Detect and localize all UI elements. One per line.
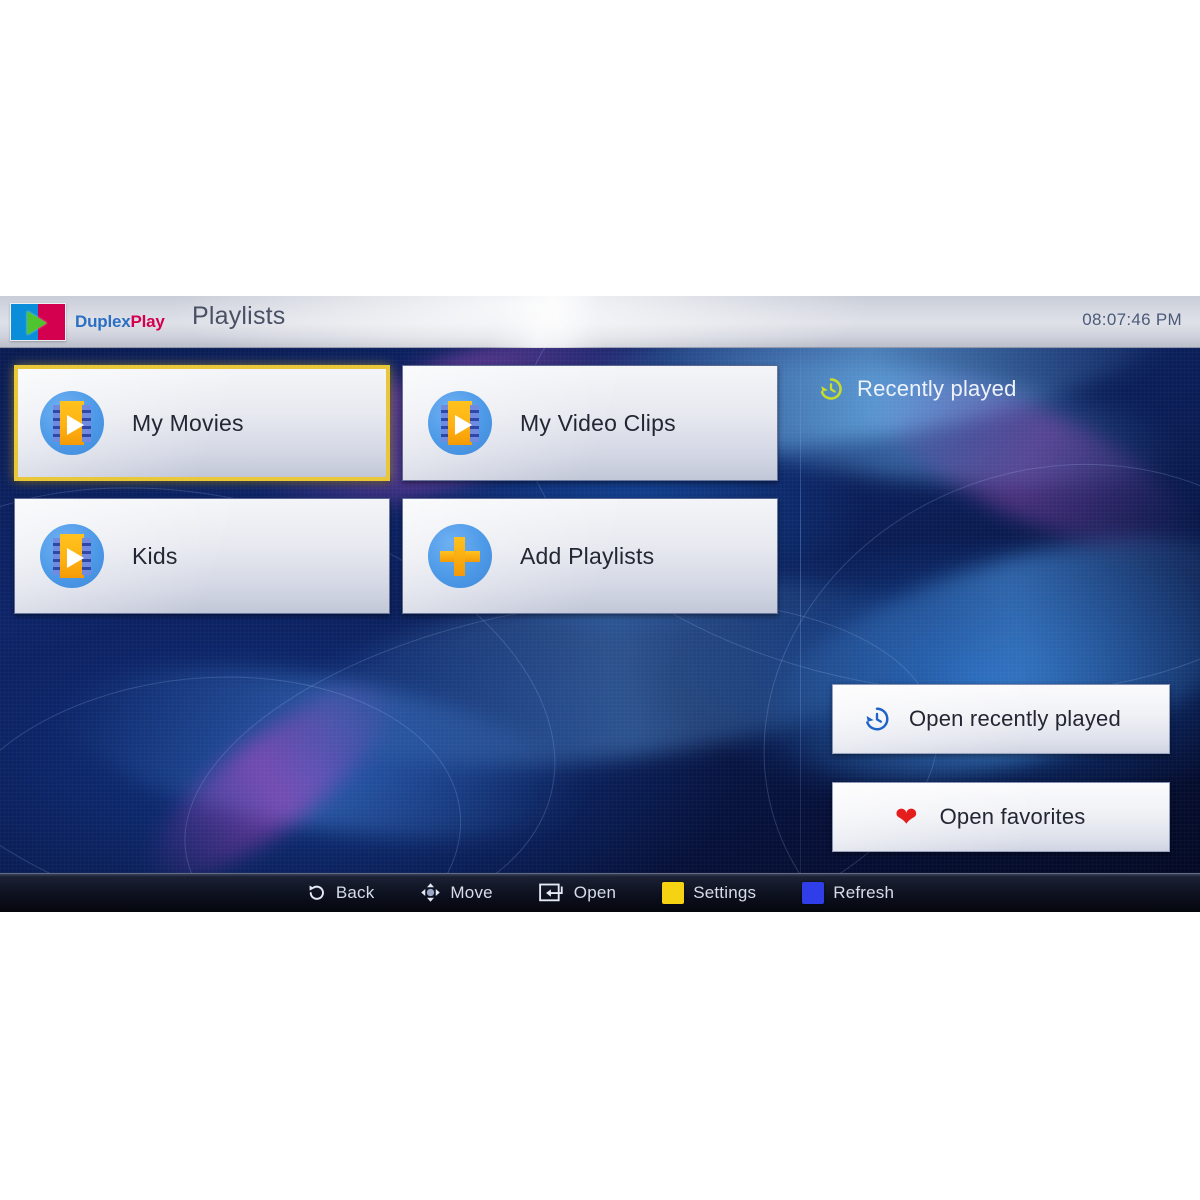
page-title: Playlists (192, 302, 286, 330)
hint-label: Refresh (833, 882, 895, 902)
action-button-label: Open favorites (939, 804, 1086, 829)
hint-refresh[interactable]: Refresh (802, 881, 895, 904)
hint-label: Move (450, 882, 493, 902)
recently-played-header: Recently played (818, 376, 1017, 402)
dpad-arrows-icon (421, 883, 441, 902)
content-area: My Movies My Video Clips Kids Add Playli… (0, 348, 1200, 873)
plus-icon (428, 524, 492, 588)
recently-played-label: Recently played (857, 376, 1017, 401)
brand-part-play: Play (130, 312, 165, 331)
clock-display: 08:07:46 PM (1082, 310, 1182, 329)
bottom-hint-bar: Back Move Open Settings Refresh (0, 873, 1200, 912)
play-triangle-icon (27, 311, 47, 335)
playlist-tile-add-playlists[interactable]: Add Playlists (402, 498, 778, 614)
duplexplay-logo-icon (10, 303, 66, 341)
brand-logo: DuplexPlay (10, 303, 165, 341)
brand-part-duplex: Duplex (75, 312, 131, 331)
film-play-icon (40, 391, 104, 455)
wallpaper-line (0, 651, 478, 873)
panel-divider (800, 348, 801, 873)
action-button-label: Open recently played (909, 706, 1121, 731)
playlist-tile-label: Add Playlists (520, 542, 655, 569)
wallpaper-streak-magenta (124, 655, 416, 873)
wallpaper-streak (742, 490, 1200, 826)
hint-open[interactable]: Open (538, 882, 617, 903)
playlist-tile-my-movies[interactable]: My Movies (14, 365, 390, 481)
playlist-tile-label: Kids (132, 542, 178, 569)
playlist-tile-my-video-clips[interactable]: My Video Clips (402, 365, 778, 481)
hint-back[interactable]: Back (306, 882, 375, 903)
history-clock-icon (866, 707, 889, 731)
playlist-tile-kids[interactable]: Kids (14, 498, 390, 614)
hint-label: Open (573, 882, 617, 902)
playlist-tile-label: My Movies (132, 409, 244, 436)
film-play-icon (428, 391, 492, 455)
hint-move[interactable]: Move (420, 882, 493, 903)
playlist-tile-label: My Video Clips (520, 409, 676, 436)
hint-label: Back (335, 882, 375, 902)
yellow-square-icon (662, 881, 685, 904)
blue-square-icon (802, 881, 825, 904)
duplexplay-app-screen: DuplexPlay Playlists 08:07:46 PM My Movi… (0, 296, 1200, 912)
wallpaper-streak (51, 638, 589, 868)
wallpaper-line (0, 419, 603, 873)
film-play-icon (40, 524, 104, 588)
screenshot-canvas: DuplexPlay Playlists 08:07:46 PM My Movi… (0, 0, 1200, 1200)
undo-arrow-icon (309, 885, 324, 900)
open-recently-played-button[interactable]: Open recently played (832, 684, 1170, 754)
brand-wordmark: DuplexPlay (75, 312, 165, 332)
history-clock-icon (820, 378, 842, 400)
hint-label: Settings (693, 882, 757, 902)
heart-icon: ❤ (895, 801, 918, 832)
app-header: DuplexPlay Playlists 08:07:46 PM (0, 296, 1200, 348)
open-favorites-button[interactable]: ❤ Open favorites (832, 782, 1170, 852)
enter-key-icon (538, 883, 563, 902)
hint-settings[interactable]: Settings (662, 881, 757, 904)
